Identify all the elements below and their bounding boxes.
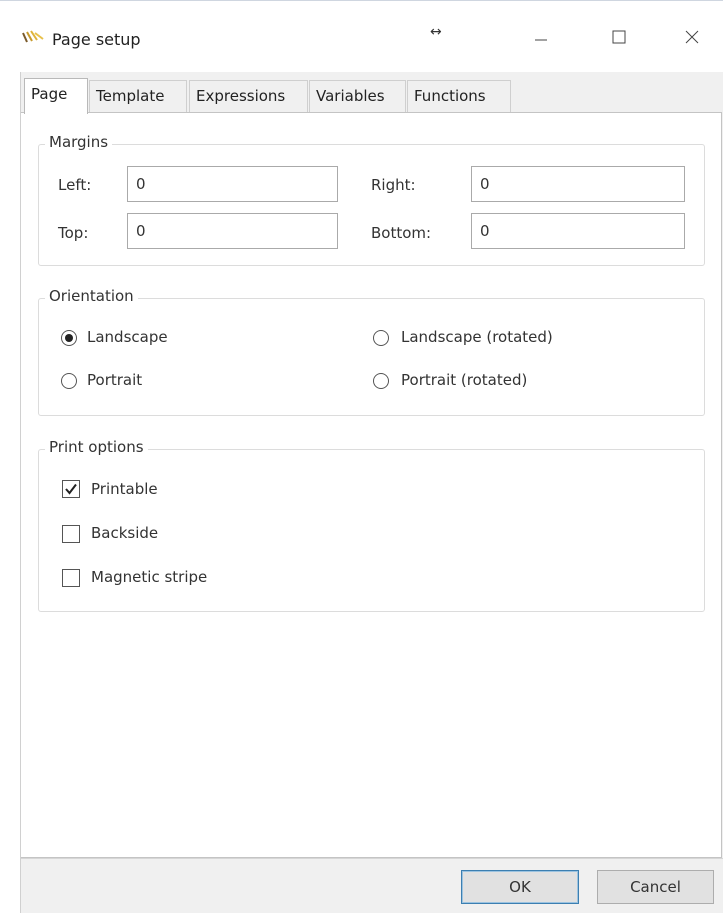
bottom-margin-input[interactable]: 0 (471, 213, 685, 249)
tab-variables[interactable]: Variables (309, 80, 406, 112)
window-title: Page setup (52, 30, 141, 49)
portrait-label[interactable]: Portrait (87, 371, 142, 389)
printable-label[interactable]: Printable (91, 480, 158, 498)
close-icon (685, 30, 699, 44)
portrait-rotated-label[interactable]: Portrait (rotated) (401, 371, 527, 389)
page-setup-app-icon (22, 30, 44, 46)
magnetic-stripe-checkbox[interactable] (62, 569, 80, 587)
portrait-rotated-radio[interactable] (373, 373, 389, 389)
minimize-icon (535, 39, 547, 41)
portrait-radio[interactable] (61, 373, 77, 389)
print-options-legend: Print options (45, 438, 148, 456)
right-label: Right: (371, 176, 416, 194)
maximize-icon (612, 30, 626, 44)
close-button[interactable] (672, 22, 712, 52)
margins-legend: Margins (45, 133, 113, 151)
maximize-button[interactable] (599, 22, 639, 52)
cancel-button[interactable]: Cancel (597, 870, 714, 904)
left-label: Left: (58, 176, 92, 194)
checkmark-icon (65, 483, 77, 495)
landscape-rotated-radio[interactable] (373, 330, 389, 346)
tab-expressions[interactable]: Expressions (189, 80, 308, 112)
landscape-radio[interactable] (61, 330, 77, 346)
top-margin-input[interactable]: 0 (127, 213, 338, 249)
tab-functions[interactable]: Functions (407, 80, 511, 112)
backside-label[interactable]: Backside (91, 524, 158, 542)
left-margin-input[interactable]: 0 (127, 166, 338, 202)
tab-template[interactable]: Template (89, 80, 187, 112)
bottom-label: Bottom: (371, 224, 432, 242)
right-margin-input[interactable]: 0 (471, 166, 685, 202)
landscape-rotated-label[interactable]: Landscape (rotated) (401, 328, 553, 346)
minimize-button[interactable] (521, 22, 561, 52)
backside-checkbox[interactable] (62, 525, 80, 543)
top-label: Top: (58, 224, 89, 242)
resize-handle-icon[interactable]: ↔ (430, 24, 442, 40)
orientation-group (38, 298, 705, 416)
printable-checkbox[interactable] (62, 480, 80, 498)
landscape-label[interactable]: Landscape (87, 328, 168, 346)
orientation-legend: Orientation (45, 287, 138, 305)
magnetic-stripe-label[interactable]: Magnetic stripe (91, 568, 207, 586)
ok-button[interactable]: OK (461, 870, 579, 904)
tab-page[interactable]: Page (24, 78, 88, 114)
